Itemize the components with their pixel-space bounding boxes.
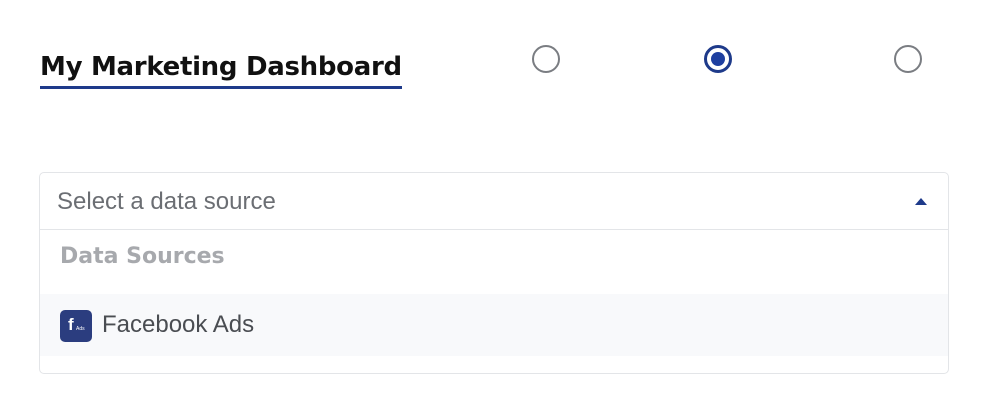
facebook-ads-logo-icon: f Ads [60,310,92,342]
option-group-label: Data Sources [60,244,225,269]
radio-option-2[interactable] [704,45,732,73]
radio-option-3[interactable] [894,45,922,73]
option-label: Facebook Ads [102,311,255,338]
caret-up-icon[interactable] [915,198,927,205]
logo-letter: f [68,315,74,334]
data-source-select[interactable]: Select a data source [40,173,948,230]
data-source-dropdown: Select a data source Data Sources f Ads … [39,172,949,374]
option-facebook-ads[interactable]: f Ads Facebook Ads [40,294,948,356]
radio-selected-dot [711,52,725,66]
select-placeholder: Select a data source [57,188,276,215]
radio-option-1[interactable] [532,45,560,73]
dashboard-setup-panel: My Marketing Dashboard Select a data sou… [0,0,986,408]
logo-subtext: Ads [76,326,85,332]
page-title[interactable]: My Marketing Dashboard [40,50,402,89]
